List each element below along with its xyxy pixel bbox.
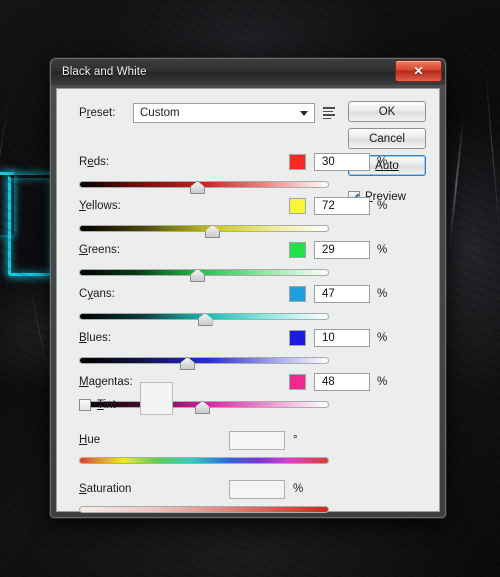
track-wrap-blues	[79, 355, 389, 370]
color-swatch-yellows	[289, 198, 306, 214]
preset-selected-value: Custom	[140, 107, 180, 119]
saturation-group: Saturation %	[79, 479, 389, 513]
dialog-title: Black and White	[62, 66, 147, 78]
slider-head-blues: Blues: 10%	[79, 329, 389, 347]
cancel-button[interactable]: Cancel	[348, 128, 426, 149]
hue-head: Hue °	[79, 430, 389, 450]
slider-group-reds: Reds: 30%	[79, 153, 389, 194]
value-input-reds[interactable]: 30	[314, 153, 370, 171]
slider-group-blues: Blues: 10%	[79, 329, 389, 370]
ok-button[interactable]: OK	[348, 101, 426, 122]
track-wrap-greens	[79, 267, 389, 282]
saturation-unit: %	[293, 483, 304, 495]
slider-label-cyans: Cyans:	[79, 288, 115, 300]
lightning-streak-icon	[30, 289, 50, 379]
unit-label-greens: %	[377, 244, 388, 256]
saturation-label: Saturation	[79, 483, 132, 495]
lightning-streak-icon	[484, 59, 500, 240]
saturation-gradient-track[interactable]	[79, 506, 329, 513]
slider-head-magentas: Magentas: 48%	[79, 373, 389, 391]
slider-label-greens: Greens:	[79, 244, 120, 256]
dialog-titlebar[interactable]: Black and White ✕	[51, 59, 445, 85]
slider-head-greens: Greens: 29%	[79, 241, 389, 259]
color-swatch-greens	[289, 242, 306, 258]
unit-label-yellows: %	[377, 200, 388, 212]
slider-head-cyans: Cyans: 47%	[79, 285, 389, 303]
slider-label-blues: Blues:	[79, 332, 111, 344]
close-button[interactable]: ✕	[395, 60, 442, 82]
hue-unit: °	[293, 434, 298, 446]
slider-label-magentas: Magentas:	[79, 376, 133, 388]
preset-options-icon[interactable]	[323, 106, 337, 120]
color-swatch-cyans	[289, 286, 306, 302]
black-and-white-dialog: Black and White ✕ Preset: Custom OK Canc…	[50, 58, 446, 518]
color-swatch-reds	[289, 154, 306, 170]
unit-label-reds: %	[377, 156, 388, 168]
preset-label: Preset:	[79, 107, 116, 119]
slider-group-cyans: Cyans: 47%	[79, 285, 389, 326]
saturation-input[interactable]	[229, 479, 285, 499]
slider-label-yellows: Yellows:	[79, 200, 121, 212]
value-input-cyans[interactable]: 47	[314, 285, 370, 303]
slider-head-yellows: Yellows: 72%	[79, 197, 389, 215]
preset-row: Preset: Custom	[79, 103, 337, 123]
tint-label: Tint	[97, 398, 116, 411]
lightning-streak-icon	[0, 99, 9, 219]
hue-label: Hue	[79, 434, 101, 446]
track-wrap-reds	[79, 179, 389, 194]
value-input-greens[interactable]: 29	[314, 241, 370, 259]
tint-checkbox[interactable]	[79, 398, 91, 411]
color-swatch-blues	[289, 330, 306, 346]
saturation-head: Saturation %	[79, 479, 389, 499]
lightning-streak-icon	[448, 119, 464, 250]
preset-select[interactable]: Custom	[133, 103, 315, 123]
value-input-magentas[interactable]: 48	[314, 373, 370, 391]
tint-color-swatch[interactable]	[139, 382, 173, 415]
close-icon: ✕	[413, 64, 424, 78]
value-input-yellows[interactable]: 72	[314, 197, 370, 215]
value-input-blues[interactable]: 10	[314, 329, 370, 347]
cyan-glow-graphic	[0, 172, 54, 276]
track-wrap-yellows	[79, 223, 389, 238]
dialog-body: Preset: Custom OK Cancel Auto Preview Re…	[56, 88, 440, 513]
unit-label-magentas: %	[377, 376, 388, 388]
slider-track-blues[interactable]	[79, 357, 329, 364]
slider-track-yellows[interactable]	[79, 225, 329, 232]
slider-label-reds: Reds:	[79, 156, 110, 168]
tint-row: Tint	[79, 382, 173, 415]
hue-input[interactable]	[229, 430, 285, 450]
unit-label-blues: %	[377, 332, 388, 344]
chevron-down-icon	[300, 110, 308, 116]
slider-head-reds: Reds: 30%	[79, 153, 389, 171]
track-wrap-cyans	[79, 311, 389, 326]
slider-group-greens: Greens: 29%	[79, 241, 389, 282]
slider-group-yellows: Yellows: 72%	[79, 197, 389, 238]
color-swatch-magentas	[289, 374, 306, 390]
hue-group: Hue °	[79, 430, 389, 464]
unit-label-cyans: %	[377, 288, 388, 300]
hue-gradient-track[interactable]	[79, 457, 329, 464]
